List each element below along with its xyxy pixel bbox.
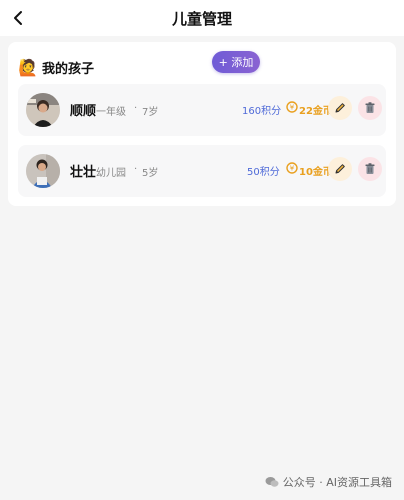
pencil-icon xyxy=(335,164,345,174)
back-button[interactable] xyxy=(6,6,30,30)
child-name: 顺顺 xyxy=(70,104,97,119)
watermark-text: 公众号 · AI资源工具箱 xyxy=(282,476,392,489)
page-title: 儿童管理 xyxy=(171,9,232,28)
section-title: 我的孩子 xyxy=(42,61,95,77)
wechat-icon xyxy=(265,477,279,487)
pencil-icon xyxy=(335,103,345,113)
raising-hand-icon: 🙋 xyxy=(18,57,38,77)
child-row[interactable]: 顺顺 一年级 · 7岁 160积分 ¥ 22金币 xyxy=(18,84,386,136)
edit-button[interactable] xyxy=(328,157,352,181)
child-points: 160积分 xyxy=(242,106,282,117)
trash-icon xyxy=(365,163,375,174)
edit-button[interactable] xyxy=(328,96,352,120)
nav-bar: 儿童管理 xyxy=(0,0,404,36)
chevron-left-icon xyxy=(14,11,22,25)
child-name: 壮壮 xyxy=(70,165,97,180)
trash-icon xyxy=(365,102,375,113)
svg-text:¥: ¥ xyxy=(290,165,295,173)
child-grade: 一年级 xyxy=(96,107,126,118)
meta-separator: · xyxy=(134,164,138,175)
delete-button[interactable] xyxy=(358,96,382,120)
child-points: 50积分 xyxy=(247,167,280,178)
coin-icon: ¥ xyxy=(286,101,298,113)
child-age: 5岁 xyxy=(142,168,159,179)
watermark: 公众号 · AI资源工具箱 xyxy=(265,474,392,490)
child-grade: 幼儿园 xyxy=(96,168,126,179)
svg-text:¥: ¥ xyxy=(290,104,295,112)
add-child-button[interactable]: + 添加 xyxy=(212,51,260,73)
delete-button[interactable] xyxy=(358,157,382,181)
avatar xyxy=(26,154,60,188)
meta-separator: · xyxy=(134,103,138,114)
child-age: 7岁 xyxy=(142,107,159,118)
coin-icon: ¥ xyxy=(286,162,298,174)
child-row[interactable]: 壮壮 幼儿园 · 5岁 50积分 ¥ 10金币 xyxy=(18,145,386,197)
children-card: 🙋 我的孩子 + 添加 顺顺 一年级 · 7岁 160积分 ¥ 22金币 壮壮 … xyxy=(8,42,396,206)
avatar xyxy=(26,93,60,127)
card-header: 🙋 我的孩子 xyxy=(18,52,386,82)
